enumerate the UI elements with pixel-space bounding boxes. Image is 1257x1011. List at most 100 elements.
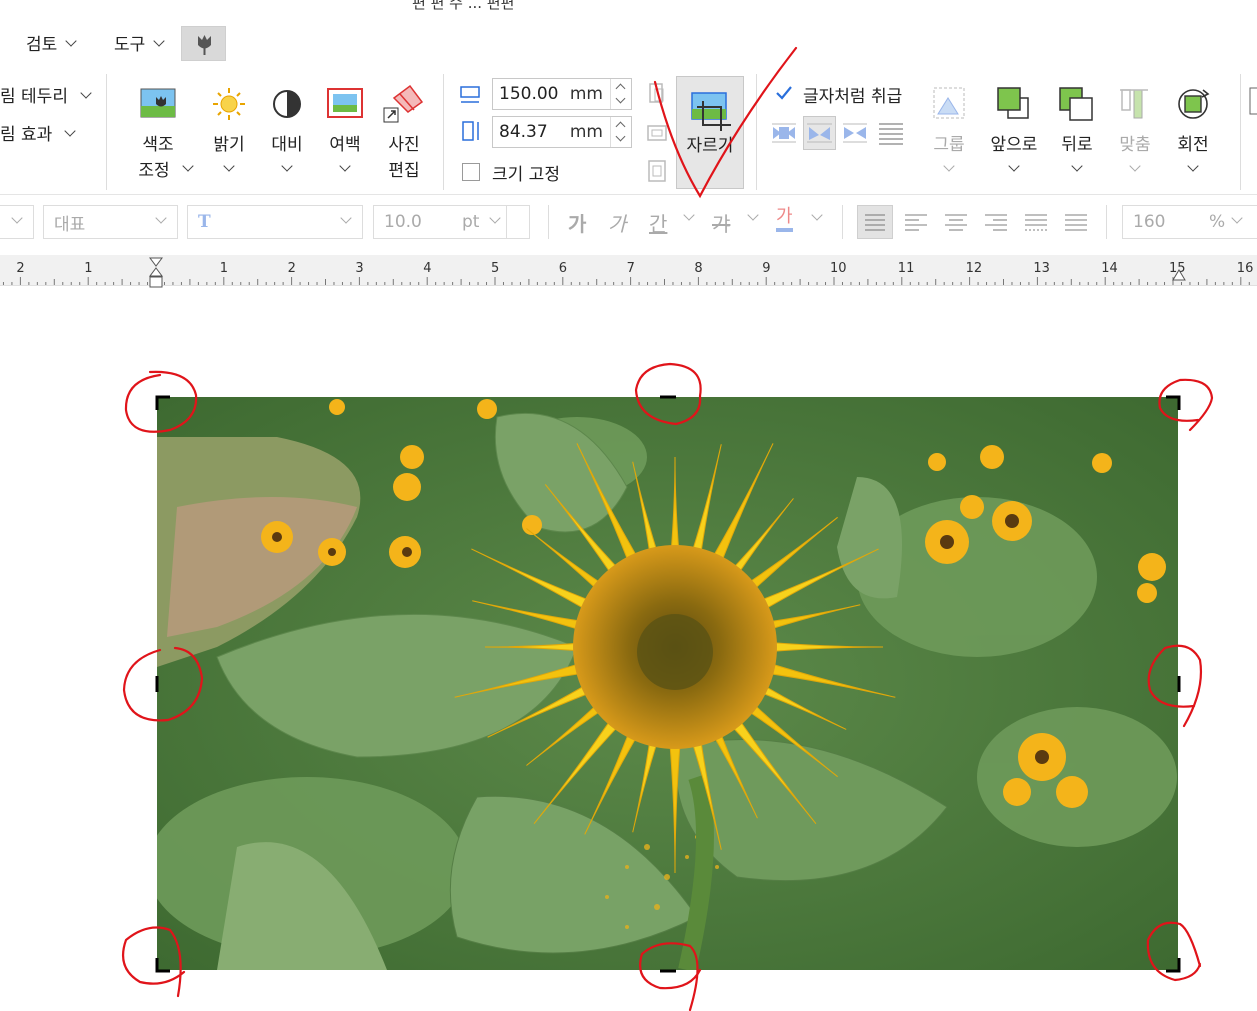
brightness-button[interactable]: 밝기 [205,84,253,184]
ruler-label: 2 [16,261,24,276]
ruler-label: 12 [966,261,983,276]
align-justify-button[interactable] [857,205,893,239]
menu-review-label: 검토 [26,35,58,55]
font-size-spinner[interactable] [506,206,529,238]
width-icon [460,86,480,103]
chevron-down-icon [80,86,92,99]
sun-icon [213,88,245,120]
para-style-select[interactable] [0,205,34,239]
margin-label: 여백 [329,135,361,155]
ruler-label: 3 [355,261,363,276]
align-distribute-icon[interactable] [1021,206,1051,238]
ribbon-separator [443,74,444,190]
picture-effect-button[interactable]: 림 효과 [0,120,76,145]
photo-edit-button[interactable]: 사진 편집 [380,84,428,184]
photo-edit-label-2: 편집 [388,161,420,181]
font-size-unit: pt [462,212,480,232]
wrap-tight-icon [807,123,832,143]
align-left-icon[interactable] [901,206,931,238]
font-type-icon: T [198,212,211,232]
lock-size-label: 크기 고정 [492,165,560,185]
chevron-down-icon [811,209,823,221]
italic-button[interactable]: 가 [608,208,626,237]
height-value: 84.37 [499,122,548,142]
bold-button[interactable]: 가 [568,208,586,237]
margin-button[interactable]: 여백 [322,84,368,184]
style-select[interactable]: 대표 [43,205,178,239]
chevron-down-icon [1008,160,1020,172]
wrap-front-button[interactable] [876,118,906,148]
selection-handles [155,395,1181,973]
align-right-icon[interactable] [981,206,1011,238]
bring-forward-icon [997,87,1029,119]
size-width-match-icon[interactable] [644,120,670,146]
picture-tab-icon [198,35,211,55]
picture-border-label: 림 테두리 [0,87,68,107]
chevron-down-icon [281,160,293,172]
ribbon-separator [106,74,107,190]
align-divide-icon[interactable] [1061,206,1091,238]
line-spacing-input[interactable]: 160 % [1122,205,1257,239]
size-match-icon[interactable] [646,80,668,108]
height-spinner[interactable] [610,117,631,147]
font-select[interactable]: T [187,205,363,239]
underline-button[interactable]: 간 [649,208,667,237]
contrast-button[interactable]: 대비 [264,84,310,184]
strike-button[interactable]: 갸 [712,208,730,237]
bring-forward-label: 앞으로 [990,135,1038,155]
margin-icon [327,88,363,118]
rotate-icon [1178,89,1210,119]
ruler-label: 1 [220,261,228,276]
width-spinner[interactable] [610,79,631,109]
check-icon [776,86,792,100]
menu-review[interactable]: 검토 [26,30,77,55]
top-partial-text: 편 편 수 ... 편편 [412,0,515,12]
crop-button[interactable]: 자르기 [676,76,744,189]
picture-effect-label: 림 효과 [0,125,53,145]
chevron-down-icon [153,34,165,47]
rotate-button[interactable]: 회전 [1170,84,1216,184]
bring-forward-button[interactable]: 앞으로 [986,84,1042,184]
wrap-tight-button[interactable] [803,116,836,150]
format-separator [1106,205,1107,239]
width-input[interactable]: 150.00 mm [492,78,632,110]
right-indent-marker-icon[interactable] [1171,268,1187,284]
treat-as-char-checkbox[interactable] [775,84,793,102]
font-color-button[interactable]: 가 [776,206,793,232]
indent-marker-icon[interactable] [148,256,164,290]
format-separator [842,205,843,239]
ruler-label: 1 [84,261,92,276]
wrap-square-button[interactable] [769,118,799,148]
font-size-input[interactable]: 10.0 pt [373,205,530,239]
ruler-label: 10 [830,261,847,276]
horizontal-ruler[interactable]: 2 1 1 2 3 4 5 6 7 8 9 10 11 12 13 14 15 16 [0,255,1257,286]
color-adjust-button[interactable]: 색조 조정 [130,84,194,184]
height-input[interactable]: 84.37 mm [492,116,632,148]
ruler-label: 5 [491,261,499,276]
ruler-label: 14 [1101,261,1118,276]
width-unit: mm [569,84,603,104]
lock-size-checkbox[interactable] [462,163,480,181]
align-button[interactable]: 맞춤 [1112,84,1158,184]
size-height-match-icon[interactable] [644,158,670,184]
group-button[interactable]: 그룹 [926,84,972,184]
menu-tools[interactable]: 도구 [114,30,165,55]
ribbon-separator [756,74,757,190]
height-unit: mm [569,122,603,142]
picture-border-button[interactable]: 림 테두리 [0,82,92,107]
wrap-square-icon [772,123,796,143]
ruler-label: 11 [898,261,915,276]
picture-tab-button[interactable] [181,26,226,61]
align-center-icon[interactable] [941,206,971,238]
group-label: 그룹 [933,135,965,155]
overflow-icon[interactable] [1248,86,1257,116]
align-icon [1120,89,1148,119]
wrap-behind-button[interactable] [840,118,870,148]
format-separator [548,205,549,239]
chevron-down-icon [155,212,167,224]
menu-tools-label: 도구 [114,35,146,55]
rotate-label: 회전 [1177,135,1209,155]
send-backward-button[interactable]: 뒤로 [1054,84,1100,184]
chevron-down-icon [1129,160,1141,172]
chevron-down-icon [683,209,695,221]
